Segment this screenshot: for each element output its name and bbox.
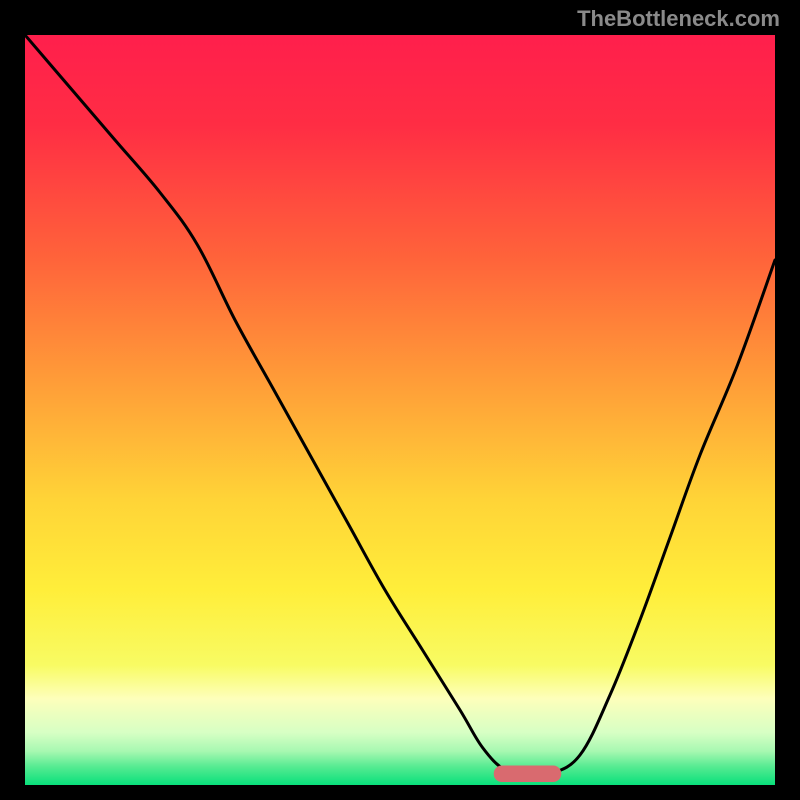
chart-frame [20, 30, 780, 790]
watermark-text: TheBottleneck.com [577, 6, 780, 32]
chart-svg [25, 35, 775, 785]
optimal-marker [494, 766, 562, 783]
gradient-background [25, 35, 775, 785]
